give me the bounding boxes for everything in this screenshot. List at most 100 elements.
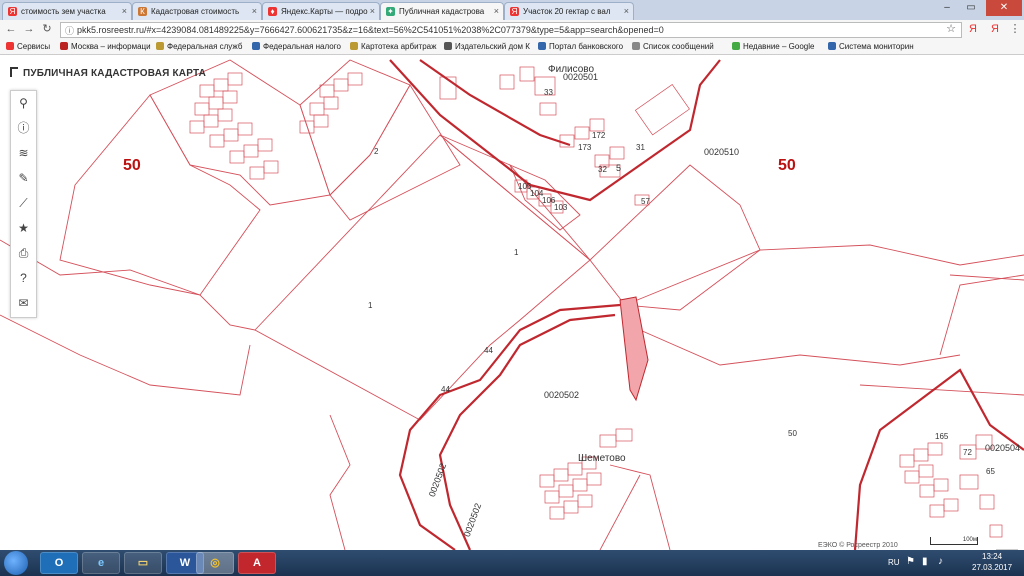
print-icon[interactable]: ⎙ [11, 241, 36, 266]
search-icon[interactable]: ⚲ [11, 91, 36, 116]
apps-icon [6, 42, 14, 50]
yandex-ext-icon[interactable]: Я [966, 22, 980, 36]
back-icon[interactable]: ← [4, 22, 18, 36]
parcel-label: 31 [636, 143, 645, 152]
mail-icon[interactable]: ✉ [11, 291, 36, 316]
parcel-outline [59, 94, 261, 296]
close-icon[interactable]: × [494, 6, 499, 16]
bookmark-label: Федеральная служб [167, 42, 243, 51]
yandex-ext-icon-2[interactable]: Я [988, 22, 1002, 36]
map-toolbar: ⚲ ⓘ ≋ ✎ ⟋ ★ ⎙ ? ✉ [10, 90, 37, 318]
forward-icon[interactable]: → [22, 22, 36, 36]
bookmark-label: Москва – информаци [71, 42, 151, 51]
help-icon[interactable]: ? [11, 266, 36, 291]
tab-4[interactable]: Я Участок 20 гектар с вал × [504, 2, 634, 20]
reload-icon[interactable]: ↻ [40, 22, 54, 36]
bookmark-label: Система мониторин [839, 42, 914, 51]
network-icon[interactable]: ▮ [922, 556, 928, 567]
map-canvas [0, 59, 1024, 550]
volume-icon[interactable]: ♪ [938, 556, 943, 567]
site-icon [444, 42, 452, 50]
parcel-label: 165 [935, 432, 949, 441]
scale-bar: 100м [930, 537, 978, 545]
bookmark-item[interactable]: Портал банковского [538, 42, 623, 51]
internet-explorer-icon[interactable]: e [82, 552, 120, 574]
language-indicator[interactable]: RU [888, 558, 900, 567]
settlement-label: Шеметово [578, 453, 626, 464]
parcel-label: 5 [616, 163, 622, 173]
layers-icon[interactable]: ≋ [11, 141, 36, 166]
ruler-icon[interactable]: ⟋ [11, 191, 36, 216]
bookmark-label: Федеральная налого [263, 42, 341, 51]
tab-3[interactable]: ✦ Публичная кадастрова × [380, 2, 504, 20]
map-title: ПУБЛИЧНАЯ КАДАСТРОВАЯ КАРТА [10, 67, 206, 79]
parcel-outline [149, 59, 331, 206]
road-line [624, 244, 1024, 306]
minimize-icon[interactable]: – [936, 0, 958, 16]
parcel-label: 57 [641, 197, 650, 206]
bookmark-item[interactable]: Список сообщений [632, 42, 714, 51]
emblem-icon [156, 42, 164, 50]
quarter-boundary [398, 303, 621, 550]
parcel-label: 44 [441, 385, 450, 394]
close-icon[interactable]: × [370, 6, 375, 16]
info-icon[interactable]: ⓘ [11, 116, 36, 141]
url-input[interactable]: ⓘ pkk5.rosreestr.ru/#x=4239084.081489225&… [60, 22, 962, 38]
file-explorer-icon[interactable]: ▭ [124, 552, 162, 574]
emblem-icon [350, 42, 358, 50]
quarter-label: 0020502 [544, 390, 580, 400]
bookmark-apps[interactable]: Сервисы [6, 42, 50, 51]
close-icon[interactable]: × [252, 6, 257, 16]
acrobat-icon[interactable]: A [238, 552, 276, 574]
road-line [0, 239, 256, 331]
parcel-label: 72 [963, 448, 972, 457]
parcel-label: 1 [514, 248, 519, 257]
bookmark-item[interactable]: Издательский дом К [444, 42, 530, 51]
star-icon[interactable]: ★ [11, 216, 36, 241]
bookmark-item[interactable]: Федеральная налого [252, 42, 341, 51]
clock-date[interactable]: 27.03.2017 [972, 563, 1012, 572]
close-icon[interactable]: × [122, 6, 127, 16]
bookmark-item[interactable]: Картотека арбитраж [350, 42, 436, 51]
cadastral-map[interactable]: ПУБЛИЧНАЯ КАДАСТРОВАЯ КАРТА ⚲ ⓘ ≋ ✎ ⟋ ★ … [0, 55, 1024, 550]
maximize-icon[interactable]: ▭ [960, 0, 982, 16]
quarter-label: 0020504 [985, 443, 1021, 453]
bookmark-label: Картотека арбитраж [361, 42, 437, 51]
tab-label: Публичная кадастрова [399, 7, 485, 16]
menu-icon[interactable]: ⋮ [1008, 22, 1022, 36]
bookmark-star-icon[interactable]: ☆ [944, 22, 958, 36]
selected-parcel [619, 296, 649, 402]
bookmark-label: Список сообщений [643, 42, 714, 51]
tab-2[interactable]: ♦ Яндекс.Карты — подро × [262, 2, 380, 20]
tab-1[interactable]: К Кадастровая стоимость × [132, 2, 262, 20]
cadastre-icon: К [138, 7, 147, 16]
road-line [639, 329, 961, 366]
pencil-icon[interactable]: ✎ [11, 166, 36, 191]
url-text: pkk5.rosreestr.ru/#x=4239084.081489225&y… [77, 25, 664, 35]
tab-strip: Ястоимость зем участка × К Кадастровая сто… [0, 0, 1024, 20]
bookmark-item[interactable]: Федеральная служб [156, 42, 242, 51]
bookmark-item[interactable]: Недавние – Google [732, 42, 814, 51]
clock-time[interactable]: 13:24 [982, 552, 1002, 561]
parcel-label: 44 [484, 346, 493, 355]
windows-start-icon[interactable] [4, 551, 28, 575]
flag-icon[interactable]: ⚑ [906, 556, 915, 567]
parcel-label: 65 [986, 467, 995, 476]
bookmark-item[interactable]: Москва – информаци [60, 42, 151, 51]
map-title-text: ПУБЛИЧНАЯ КАДАСТРОВАЯ КАРТА [23, 68, 207, 79]
close-icon[interactable]: × [624, 6, 629, 16]
yandex-icon: Я [8, 7, 17, 16]
tab-label: стоимость зем участка [21, 7, 106, 16]
quarter-label: 0020510 [704, 147, 740, 157]
bookmark-item[interactable]: Система мониторин [828, 42, 914, 51]
bookmarks-bar: Сервисы Москва – информаци Федеральная с… [0, 40, 1024, 55]
chrome-icon[interactable]: ◎ [196, 552, 234, 574]
quarter-boundary [853, 368, 1024, 550]
outlook-icon[interactable]: O [40, 552, 78, 574]
tab-label: Кадастровая стоимость [151, 7, 240, 16]
tab-0[interactable]: Ястоимость зем участка × [2, 2, 132, 20]
bookmark-label: Портал банковского [549, 42, 624, 51]
taskbar: O e ▭ W ◎ A RU ⚑ ▮ ♪ 13:24 27.03.2017 [0, 550, 1024, 576]
parcel-label: 33 [544, 88, 553, 97]
window-close-icon[interactable]: ✕ [986, 0, 1022, 16]
